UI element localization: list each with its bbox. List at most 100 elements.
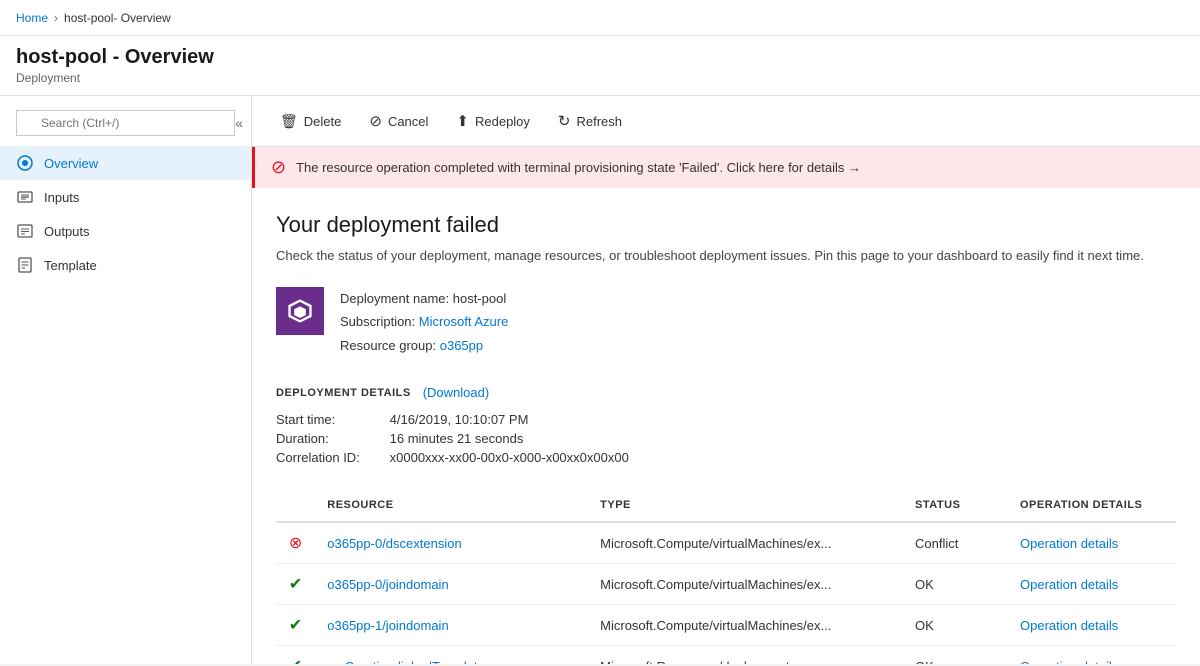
- start-time-row: Start time: 4/16/2019, 10:10:07 PM: [276, 412, 1176, 427]
- redeploy-button[interactable]: ⬆ Redeploy: [444, 106, 542, 136]
- sidebar-item-template-label: Template: [44, 258, 235, 273]
- row-resource: o365pp-0/joindomain: [315, 564, 588, 605]
- row-resource: o365pp-1/joindomain: [315, 605, 588, 646]
- col-header-operation: OPERATION DETAILS: [1008, 489, 1176, 522]
- sidebar-item-inputs[interactable]: Inputs: [0, 180, 251, 214]
- deployment-card: Deployment name: host-pool Subscription:…: [276, 287, 1176, 357]
- row-status-icon: ✔: [276, 564, 315, 605]
- deployment-failed-title: Your deployment failed: [276, 212, 1176, 238]
- search-wrap: 🔍: [16, 110, 235, 136]
- deployment-name-row: Deployment name: host-pool: [340, 287, 508, 310]
- col-header-status-icon: [276, 489, 315, 522]
- table-row: ✔ o365pp-1/joindomain Microsoft.Compute/…: [276, 605, 1176, 646]
- row-operation: Operation details: [1008, 605, 1176, 646]
- duration-row: Duration: 16 minutes 21 seconds: [276, 431, 1176, 446]
- row-status: Conflict: [903, 522, 1008, 564]
- row-operation: Operation details: [1008, 564, 1176, 605]
- resource-group-row: Resource group: o365pp: [340, 334, 508, 357]
- alert-message: The resource operation completed with te…: [296, 160, 1184, 175]
- row-operation: Operation details: [1008, 646, 1176, 664]
- deployment-details: DEPLOYMENT DETAILS (Download) Start time…: [276, 385, 1176, 465]
- col-header-type: TYPE: [588, 489, 903, 522]
- cancel-label: Cancel: [388, 114, 428, 129]
- page-subtitle: Deployment: [16, 71, 1184, 85]
- resource-link[interactable]: o365pp-1/joindomain: [327, 618, 448, 633]
- col-header-status: STATUS: [903, 489, 1008, 522]
- operation-details-link[interactable]: Operation details: [1020, 618, 1118, 633]
- resource-link[interactable]: o365pp-0/joindomain: [327, 577, 448, 592]
- row-status-icon: ⊗: [276, 522, 315, 564]
- row-status-icon: ✔: [276, 605, 315, 646]
- delete-label: Delete: [304, 114, 342, 129]
- ok-icon: ✔: [289, 576, 302, 593]
- sidebar: 🔍 « Overview: [0, 96, 252, 664]
- redeploy-label: Redeploy: [475, 114, 530, 129]
- row-status: OK: [903, 564, 1008, 605]
- operation-details-link[interactable]: Operation details: [1020, 577, 1118, 592]
- correlation-id-row: Correlation ID: x0000xxx-xx00-00x0-x000-…: [276, 450, 1176, 465]
- row-resource: o365pp-0/dscextension: [315, 522, 588, 564]
- ok-icon: ✔: [289, 658, 302, 664]
- refresh-button[interactable]: ↻ Refresh: [546, 106, 634, 136]
- row-status-icon: ✔: [276, 646, 315, 664]
- refresh-label: Refresh: [577, 114, 623, 129]
- table-header: RESOURCE TYPE STATUS OPERATION DETAILS: [276, 489, 1176, 522]
- operation-details-link[interactable]: Operation details: [1020, 536, 1118, 551]
- duration-value: 16 minutes 21 seconds: [390, 431, 524, 446]
- download-link[interactable]: (Download): [423, 385, 489, 400]
- redeploy-icon: ⬆: [456, 112, 469, 130]
- delete-icon: 🗑: [280, 113, 298, 130]
- content-area: Your deployment failed Check the status …: [252, 188, 1200, 664]
- deployment-info: Deployment name: host-pool Subscription:…: [340, 287, 508, 357]
- outputs-icon: [16, 222, 34, 240]
- main-layout: 🔍 « Overview: [0, 96, 1200, 664]
- deployment-resource-icon: [276, 287, 324, 335]
- cancel-button[interactable]: ⊘ Cancel: [357, 106, 440, 136]
- table-row: ⊗ o365pp-0/dscextension Microsoft.Comput…: [276, 522, 1176, 564]
- table-row: ✔ o365pp-0/joindomain Microsoft.Compute/…: [276, 564, 1176, 605]
- row-status: OK: [903, 605, 1008, 646]
- sidebar-nav: Overview Inputs: [0, 146, 251, 282]
- resource-group-link[interactable]: o365pp: [440, 338, 483, 353]
- toolbar: 🗑 Delete ⊘ Cancel ⬆ Redeploy ↻ Refresh: [252, 96, 1200, 147]
- row-status: OK: [903, 646, 1008, 664]
- search-input[interactable]: [16, 110, 235, 136]
- col-header-resource: RESOURCE: [315, 489, 588, 522]
- subscription-row: Subscription: Microsoft Azure: [340, 310, 508, 333]
- table-row: ✔ vmCreation-linkedTemplate Microsoft.Re…: [276, 646, 1176, 664]
- error-icon: ⊗: [289, 535, 302, 552]
- alert-error-icon: ⊘: [271, 157, 286, 178]
- deployment-name-value: host-pool: [453, 291, 506, 306]
- refresh-icon: ↻: [558, 112, 571, 130]
- resource-table: RESOURCE TYPE STATUS OPERATION DETAILS ⊗…: [276, 489, 1176, 664]
- row-type: Microsoft.Compute/virtualMachines/ex...: [588, 605, 903, 646]
- deployment-description: Check the status of your deployment, man…: [276, 248, 1176, 263]
- sidebar-item-outputs-label: Outputs: [44, 224, 235, 239]
- row-type: Microsoft.Compute/virtualMachines/ex...: [588, 522, 903, 564]
- sidebar-item-template[interactable]: Template: [0, 248, 251, 282]
- sidebar-collapse-button[interactable]: «: [235, 115, 243, 131]
- operation-details-link[interactable]: Operation details: [1020, 659, 1118, 664]
- inputs-icon: [16, 188, 34, 206]
- resource-link[interactable]: vmCreation-linkedTemplate: [327, 659, 485, 664]
- row-operation: Operation details: [1008, 522, 1176, 564]
- sidebar-item-overview[interactable]: Overview: [0, 146, 251, 180]
- breadcrumb-current: host-pool- Overview: [64, 11, 171, 25]
- alert-banner[interactable]: ⊘ The resource operation completed with …: [252, 147, 1200, 188]
- correlation-id-value: x0000xxx-xx00-00x0-x000-x00xx0x00x00: [390, 450, 629, 465]
- cancel-icon: ⊘: [369, 112, 382, 130]
- table-body: ⊗ o365pp-0/dscextension Microsoft.Comput…: [276, 522, 1176, 664]
- sidebar-item-inputs-label: Inputs: [44, 190, 235, 205]
- overview-icon: [16, 154, 34, 172]
- row-type: Microsoft.Resources/deployments: [588, 646, 903, 664]
- subscription-link[interactable]: Microsoft Azure: [419, 314, 509, 329]
- deployment-details-title: DEPLOYMENT DETAILS: [276, 387, 411, 399]
- resource-link[interactable]: o365pp-0/dscextension: [327, 536, 461, 551]
- row-resource: vmCreation-linkedTemplate: [315, 646, 588, 664]
- ok-icon: ✔: [289, 617, 302, 634]
- breadcrumb-home[interactable]: Home: [16, 11, 48, 25]
- title-area: host-pool - Overview Deployment: [0, 36, 1200, 96]
- sidebar-item-overview-label: Overview: [44, 156, 235, 171]
- sidebar-item-outputs[interactable]: Outputs: [0, 214, 251, 248]
- delete-button[interactable]: 🗑 Delete: [268, 107, 353, 136]
